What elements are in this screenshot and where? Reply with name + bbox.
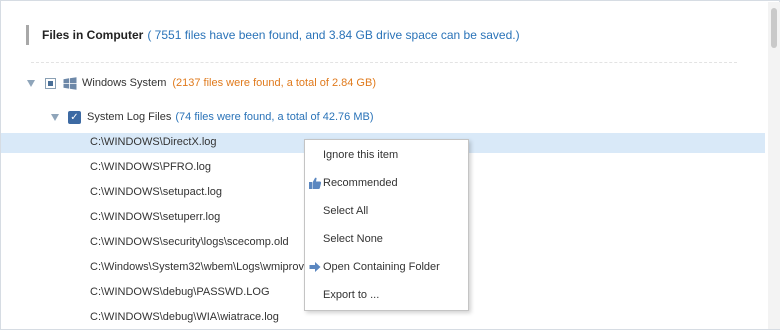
section-header: Files in Computer ( 7551 files have been…: [26, 24, 520, 46]
file-path: C:\WINDOWS\setupact.log: [90, 186, 223, 198]
menu-item-select-all[interactable]: Select All: [305, 200, 468, 222]
file-path: C:\Windows\System32\wbem\Logs\wmiprov.: [90, 261, 307, 273]
file-path: C:\WINDOWS\debug\PASSWD.LOG: [90, 286, 270, 298]
windows-logo-icon: [63, 76, 77, 90]
file-path: C:\WINDOWS\PFRO.log: [90, 161, 212, 173]
divider: [31, 62, 737, 63]
menu-item-recommended[interactable]: Recommended: [305, 172, 468, 194]
scrollbar-thumb[interactable]: [771, 8, 777, 48]
checked-checkbox[interactable]: ✓: [68, 110, 81, 124]
menu-item-label: Open Containing Folder: [323, 261, 440, 273]
file-row[interactable]: C:\WINDOWS\debug\WIA\wiatrace.log: [1, 308, 765, 328]
tree-node-system-log-files[interactable]: ✓ System Log Files (74 files were found,…: [51, 107, 373, 127]
context-menu: Ignore this item Recommended Select All …: [304, 139, 469, 311]
scan-summary: ( 7551 files have been found, and 3.84 G…: [147, 28, 520, 42]
menu-item-ignore[interactable]: Ignore this item: [305, 144, 468, 166]
file-path: C:\WINDOWS\DirectX.log: [90, 136, 217, 148]
menu-item-select-none[interactable]: Select None: [305, 228, 468, 250]
tree-node-windows-system[interactable]: Windows System (2137 files were found, a…: [27, 73, 376, 93]
menu-item-label: Select None: [323, 233, 383, 245]
menu-item-label: Select All: [323, 205, 369, 217]
menu-item-export[interactable]: Export to ...: [305, 284, 468, 306]
menu-item-label: Ignore this item: [323, 149, 399, 161]
collapse-arrow-icon[interactable]: [51, 113, 59, 121]
file-scan-panel: Files in Computer ( 7551 files have been…: [0, 0, 780, 330]
thumbs-up-icon: [309, 177, 322, 189]
partial-checkbox[interactable]: [45, 77, 56, 89]
arrow-right-icon: [309, 262, 321, 272]
subgroup-label: System Log Files: [87, 111, 172, 123]
group-summary: (2137 files were found, a total of 2.84 …: [172, 77, 376, 89]
menu-item-open-folder[interactable]: Open Containing Folder: [305, 256, 468, 278]
menu-item-label: Export to ...: [323, 289, 380, 301]
subgroup-summary: (74 files were found, a total of 42.76 M…: [175, 111, 374, 123]
file-path: C:\WINDOWS\security\logs\scecomp.old: [90, 236, 289, 248]
file-path: C:\WINDOWS\debug\WIA\wiatrace.log: [90, 311, 279, 323]
menu-item-label: Recommended: [323, 177, 398, 189]
collapse-arrow-icon[interactable]: [27, 79, 35, 87]
group-label: Windows System: [82, 77, 167, 89]
section-title: Files in Computer: [42, 28, 144, 42]
header-accent-bar: [26, 25, 29, 45]
file-path: C:\WINDOWS\setuperr.log: [90, 211, 221, 223]
vertical-scrollbar[interactable]: [768, 2, 780, 329]
